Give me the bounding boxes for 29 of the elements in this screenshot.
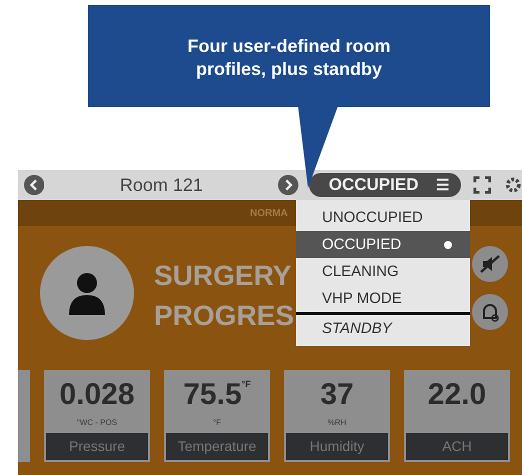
sensor-value: 22.0	[428, 378, 486, 412]
bell-icon[interactable]	[472, 294, 508, 330]
menu-item[interactable]: UNOCCUPIED	[296, 204, 470, 231]
menu-item[interactable]: CLEANING	[296, 258, 470, 285]
status-text: NORMA	[250, 208, 288, 218]
sensor-value: 37	[320, 378, 354, 412]
settings-icon[interactable]	[504, 175, 522, 195]
callout-box: Four user-defined room profiles, plus standby	[88, 5, 490, 107]
menu-item[interactable]: VHP MODE	[296, 285, 470, 312]
fullscreen-icon[interactable]	[473, 175, 492, 195]
room-name: Room 121	[118, 174, 204, 196]
next-icon[interactable]	[278, 174, 299, 196]
sensor-label: Temperature	[164, 431, 270, 462]
sensor-label: Pressure	[44, 431, 150, 462]
mute-icon[interactable]	[472, 246, 508, 282]
banner-text: SURGERY	[154, 260, 292, 292]
sensor-unit: °F	[212, 418, 222, 429]
person-icon	[67, 271, 107, 315]
sensor-unit: %RH	[328, 418, 346, 429]
sensor-label: ACH	[404, 431, 510, 462]
banner-text: PROGRES	[154, 300, 294, 332]
menu-item[interactable]: STANDBY	[296, 312, 470, 342]
sensor-label: Humidity	[284, 431, 390, 462]
sensor-value: 0.028	[59, 378, 135, 412]
menu-item[interactable]: OCCUPIED	[296, 231, 470, 258]
sensor-value: 75.5$^{°F}$	[183, 378, 251, 412]
sensor-unit: "WC - POS	[76, 418, 118, 429]
previous-icon[interactable]	[24, 174, 44, 196]
mode-dropdown[interactable]: OCCUPIED ☰	[308, 173, 462, 197]
